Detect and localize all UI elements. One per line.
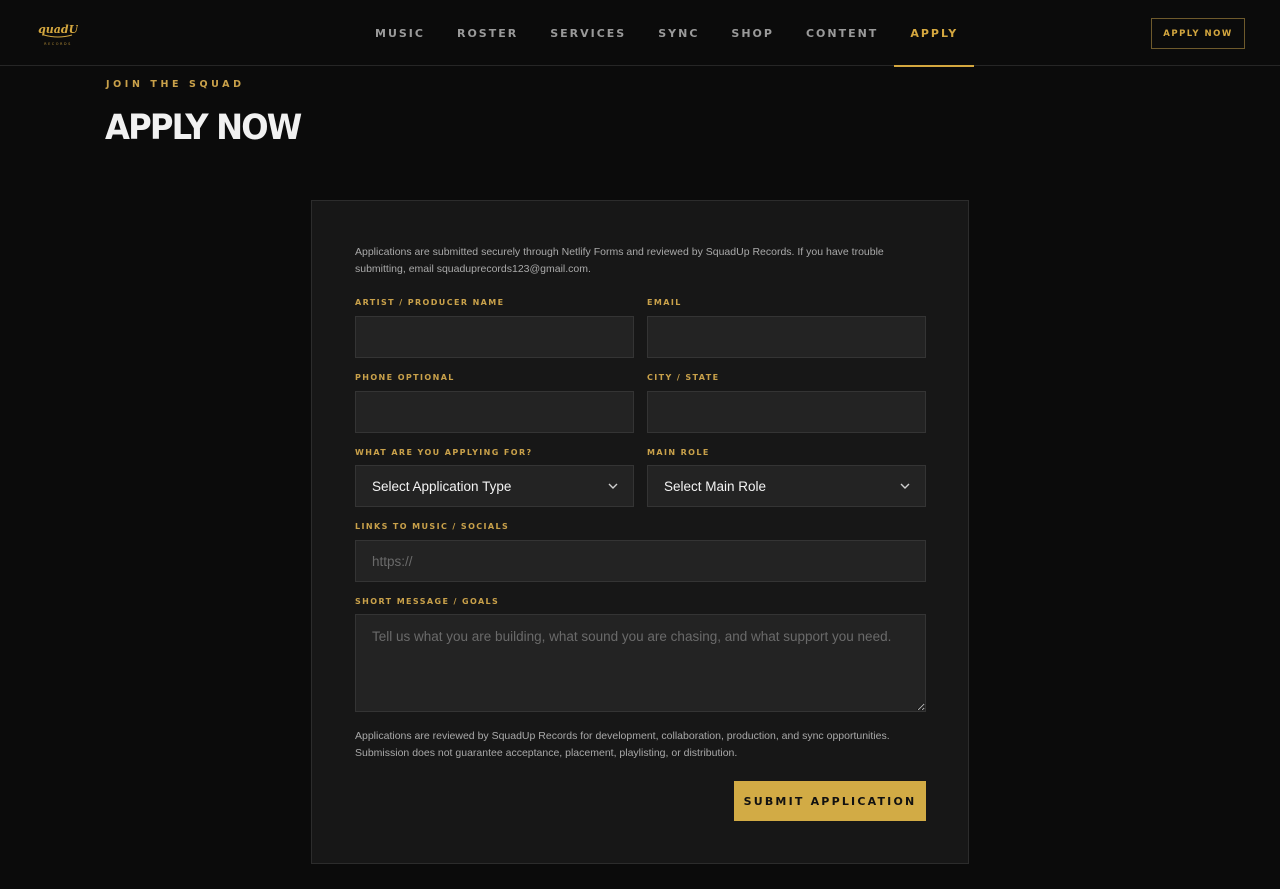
nav-item-shop[interactable]: SHOP: [715, 0, 790, 66]
form-intro-text: Applications are submitted securely thro…: [355, 246, 884, 275]
main-role-select[interactable]: Select Main Role: [647, 465, 926, 507]
phone-input[interactable]: [355, 391, 634, 433]
chevron-down-icon: [900, 483, 910, 489]
nav-item-sync[interactable]: SYNC: [642, 0, 715, 66]
email-input[interactable]: [647, 316, 926, 358]
city-state-input[interactable]: [647, 391, 926, 433]
squadup-logo-mark: SquadUp RECORDS: [30, 23, 86, 46]
main-nav: MUSIC ROSTER SERVICES SYNC SHOP CONTENT …: [359, 0, 975, 67]
message-textarea[interactable]: [355, 614, 926, 712]
form-disclaimer: Applications are reviewed by SquadUp Rec…: [355, 730, 890, 759]
message-label: SHORT MESSAGE / GOALS: [355, 597, 500, 606]
svg-text:RECORDS: RECORDS: [44, 42, 72, 46]
application-form: Applications are submitted securely thro…: [311, 200, 969, 864]
top-navigation-bar: SquadUp RECORDS MUSIC ROSTER SERVICES SY…: [0, 0, 1280, 67]
application-type-selected: Select Application Type: [372, 478, 512, 494]
name-label: ARTIST / PRODUCER NAME: [355, 298, 505, 307]
chevron-down-icon: [608, 483, 618, 489]
nav-item-apply[interactable]: APPLY: [894, 0, 975, 67]
page-title: APPLY NOW: [105, 108, 302, 148]
svg-text:SquadUp: SquadUp: [38, 23, 78, 36]
nav-item-services[interactable]: SERVICES: [534, 0, 642, 66]
page-eyebrow: JOIN THE SQUAD: [106, 79, 245, 90]
name-input[interactable]: [355, 316, 634, 358]
city-state-label: CITY / STATE: [647, 373, 720, 382]
email-label: EMAIL: [647, 298, 682, 307]
nav-item-music[interactable]: MUSIC: [359, 0, 441, 66]
nav-item-roster[interactable]: ROSTER: [441, 0, 534, 66]
links-input[interactable]: [355, 540, 926, 582]
main-role-label: MAIN ROLE: [647, 448, 710, 457]
squadup-logo[interactable]: SquadUp RECORDS: [30, 18, 86, 48]
main-role-selected: Select Main Role: [664, 478, 767, 494]
nav-item-content[interactable]: CONTENT: [790, 0, 894, 66]
links-label: LINKS TO MUSIC / SOCIALS: [355, 522, 510, 531]
submit-application-button[interactable]: SUBMIT APPLICATION: [734, 781, 926, 821]
phone-label: PHONE OPTIONAL: [355, 373, 455, 382]
application-type-select[interactable]: Select Application Type: [355, 465, 634, 507]
apply-now-button[interactable]: APPLY NOW: [1151, 18, 1245, 49]
application-type-label: WHAT ARE YOU APPLYING FOR?: [355, 448, 533, 457]
